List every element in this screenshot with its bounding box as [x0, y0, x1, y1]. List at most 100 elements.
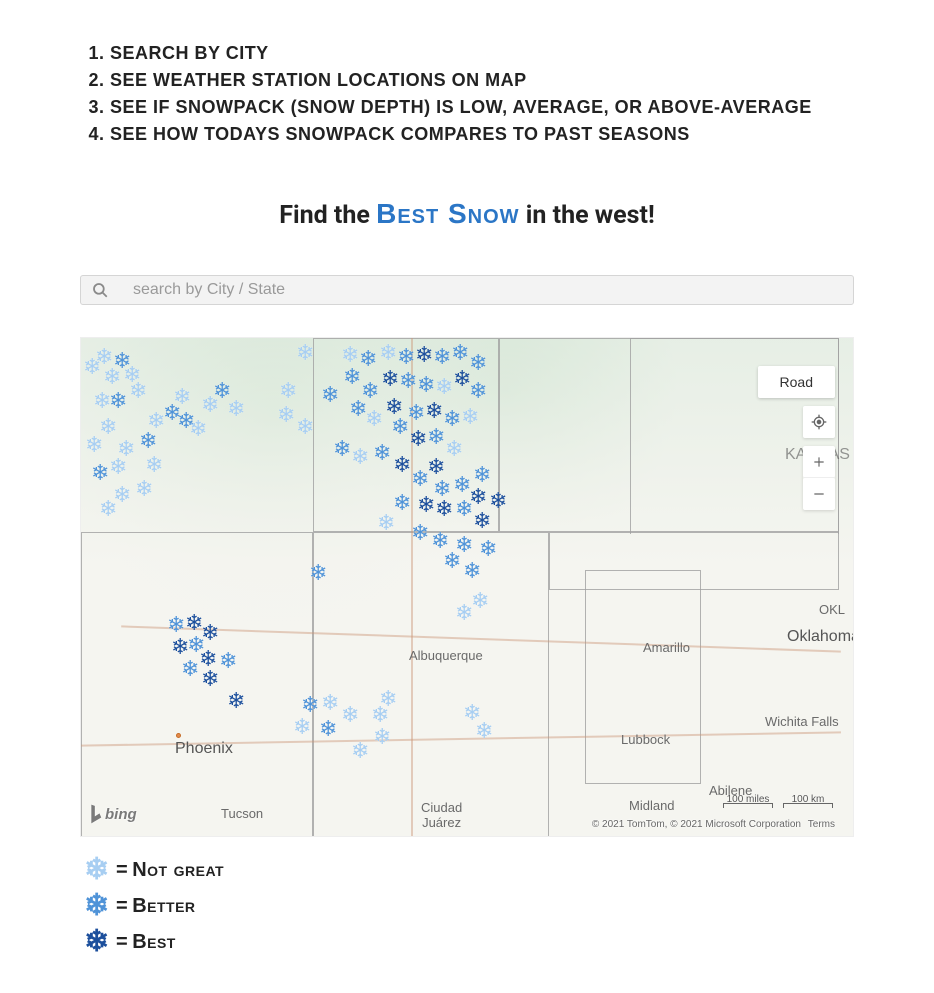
snowflake-marker[interactable]: ❄ [177, 410, 195, 432]
snowflake-marker[interactable]: ❄ [351, 446, 369, 468]
snowflake-marker[interactable]: ❄ [475, 720, 493, 742]
snowflake-marker[interactable]: ❄ [321, 384, 339, 406]
snowflake-marker[interactable]: ❄ [349, 398, 367, 420]
snowflake-marker[interactable]: ❄ [469, 380, 487, 402]
snowflake-marker[interactable]: ❄ [321, 692, 339, 714]
snowflake-marker[interactable]: ❄ [455, 602, 473, 624]
snowflake-marker[interactable]: ❄ [407, 402, 425, 424]
snowflake-marker[interactable]: ❄ [463, 702, 481, 724]
terms-link[interactable]: Terms [808, 819, 835, 830]
snowflake-marker[interactable]: ❄ [99, 498, 117, 520]
snowflake-marker[interactable]: ❄ [99, 416, 117, 438]
snowflake-marker[interactable]: ❄ [113, 484, 131, 506]
snowflake-marker[interactable]: ❄ [173, 386, 191, 408]
snowflake-marker[interactable]: ❄ [123, 364, 141, 386]
snowflake-marker[interactable]: ❄ [187, 634, 205, 656]
snowflake-marker[interactable]: ❄ [293, 716, 311, 738]
snowflake-marker[interactable]: ❄ [109, 456, 127, 478]
snowflake-marker[interactable]: ❄ [85, 434, 103, 456]
snowflake-marker[interactable]: ❄ [113, 350, 131, 372]
snowflake-marker[interactable]: ❄ [219, 650, 237, 672]
snowflake-marker[interactable]: ❄ [201, 622, 219, 644]
snowflake-marker[interactable]: ❄ [443, 408, 461, 430]
snowflake-marker[interactable]: ❄ [453, 368, 471, 390]
snowflake-marker[interactable]: ❄ [455, 534, 473, 556]
snowflake-marker[interactable]: ❄ [129, 380, 147, 402]
snowflake-marker[interactable]: ❄ [135, 478, 153, 500]
snowflake-marker[interactable]: ❄ [109, 390, 127, 412]
snowflake-marker[interactable]: ❄ [309, 562, 327, 584]
snowflake-marker[interactable]: ❄ [427, 426, 445, 448]
snowflake-marker[interactable]: ❄ [427, 456, 445, 478]
snowflake-marker[interactable]: ❄ [391, 416, 409, 438]
snowflake-marker[interactable]: ❄ [379, 342, 397, 364]
snowflake-marker[interactable]: ❄ [351, 740, 369, 762]
snowflake-marker[interactable]: ❄ [415, 344, 433, 366]
snowflake-marker[interactable]: ❄ [95, 346, 113, 368]
snowflake-marker[interactable]: ❄ [201, 668, 219, 690]
snowflake-marker[interactable]: ❄ [163, 402, 181, 424]
snowflake-marker[interactable]: ❄ [381, 368, 399, 390]
snowflake-marker[interactable]: ❄ [227, 690, 245, 712]
snowflake-marker[interactable]: ❄ [296, 342, 314, 364]
snowflake-marker[interactable]: ❄ [83, 356, 101, 378]
snowflake-marker[interactable]: ❄ [463, 560, 481, 582]
snowflake-marker[interactable]: ❄ [445, 438, 463, 460]
snowflake-marker[interactable]: ❄ [471, 590, 489, 612]
snowflake-marker[interactable]: ❄ [451, 342, 469, 364]
snowflake-marker[interactable]: ❄ [473, 464, 491, 486]
snowflake-marker[interactable]: ❄ [461, 406, 479, 428]
snowflake-marker[interactable]: ❄ [147, 410, 165, 432]
snowflake-marker[interactable]: ❄ [479, 538, 497, 560]
snowflake-marker[interactable]: ❄ [341, 344, 359, 366]
snowflake-marker[interactable]: ❄ [365, 408, 383, 430]
locate-me-button[interactable] [803, 406, 835, 438]
snowflake-marker[interactable]: ❄ [425, 400, 443, 422]
snowflake-marker[interactable]: ❄ [435, 498, 453, 520]
snowflake-marker[interactable]: ❄ [296, 416, 314, 438]
snowflake-marker[interactable]: ❄ [373, 726, 391, 748]
snowflake-marker[interactable]: ❄ [103, 366, 121, 388]
snowflake-marker[interactable]: ❄ [393, 454, 411, 476]
snowflake-marker[interactable]: ❄ [433, 478, 451, 500]
snowflake-marker[interactable]: ❄ [371, 704, 389, 726]
snowflake-marker[interactable]: ❄ [279, 380, 297, 402]
snowflake-marker[interactable]: ❄ [167, 614, 185, 636]
snowflake-marker[interactable]: ❄ [455, 498, 473, 520]
zoom-out-button[interactable] [803, 478, 835, 510]
snowflake-marker[interactable]: ❄ [139, 430, 157, 452]
search-input[interactable] [109, 281, 843, 299]
snowflake-marker[interactable]: ❄ [145, 454, 163, 476]
snowflake-marker[interactable]: ❄ [431, 530, 449, 552]
snowflake-marker[interactable]: ❄ [399, 370, 417, 392]
snowflake-marker[interactable]: ❄ [201, 394, 219, 416]
snowflake-marker[interactable]: ❄ [227, 398, 245, 420]
snowflake-marker[interactable]: ❄ [213, 380, 231, 402]
snowflake-marker[interactable]: ❄ [393, 492, 411, 514]
snowflake-marker[interactable]: ❄ [277, 404, 295, 426]
snowflake-marker[interactable]: ❄ [361, 380, 379, 402]
search-bar[interactable] [80, 275, 854, 305]
snowflake-marker[interactable]: ❄ [379, 688, 397, 710]
snowflake-marker[interactable]: ❄ [343, 366, 361, 388]
snowflake-marker[interactable]: ❄ [409, 428, 427, 450]
snowflake-marker[interactable]: ❄ [185, 612, 203, 634]
snowflake-marker[interactable]: ❄ [359, 348, 377, 370]
snowflake-marker[interactable]: ❄ [333, 438, 351, 460]
snowflake-marker[interactable]: ❄ [397, 346, 415, 368]
snowflake-marker[interactable]: ❄ [417, 494, 435, 516]
snowflake-marker[interactable]: ❄ [469, 352, 487, 374]
snowflake-marker[interactable]: ❄ [117, 438, 135, 460]
snowflake-marker[interactable]: ❄ [181, 658, 199, 680]
snowflake-marker[interactable]: ❄ [453, 474, 471, 496]
snowflake-marker[interactable]: ❄ [189, 418, 207, 440]
snowflake-marker[interactable]: ❄ [93, 390, 111, 412]
snowflake-marker[interactable]: ❄ [91, 462, 109, 484]
snowflake-marker[interactable]: ❄ [473, 510, 491, 532]
snowflake-marker[interactable]: ❄ [341, 704, 359, 726]
snowflake-marker[interactable]: ❄ [469, 486, 487, 508]
snowflake-marker[interactable]: ❄ [411, 468, 429, 490]
snowflake-marker[interactable]: ❄ [301, 694, 319, 716]
snowflake-marker[interactable]: ❄ [433, 346, 451, 368]
map-type-button[interactable]: Road [758, 366, 835, 398]
